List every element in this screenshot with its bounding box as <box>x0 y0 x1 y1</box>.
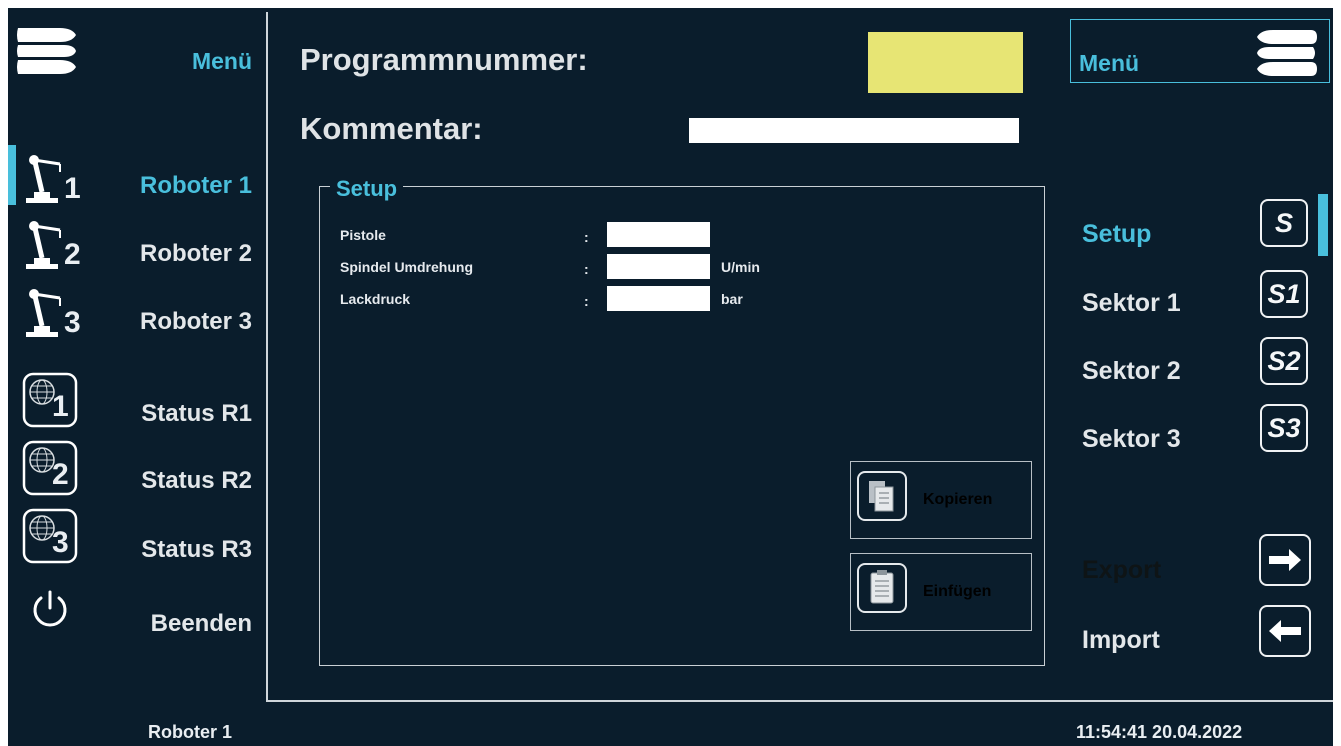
arrow-right-icon <box>1269 549 1301 571</box>
right-hamburger-icon <box>1255 24 1321 80</box>
sidebar-item-label: Status R2 <box>141 467 252 494</box>
setup-group-title: Setup <box>330 176 404 202</box>
field-label-spindel-umdrehung: Spindel Umdrehung <box>340 259 473 275</box>
section-label: Sektor 1 <box>1082 289 1181 317</box>
footer-robot: Roboter 1 <box>148 722 233 742</box>
section-label: Sektor 3 <box>1082 425 1181 453</box>
robot-arm-3-icon: 3 <box>22 286 82 339</box>
import-label[interactable]: Import <box>1082 626 1160 655</box>
right-menu-box[interactable]: Menü <box>1070 19 1330 83</box>
field-label-lackdruck: Lackdruck <box>340 291 411 307</box>
paste-icon <box>857 563 907 613</box>
program-number-input[interactable] <box>868 32 1023 93</box>
lackdruck-unit: bar <box>721 291 743 307</box>
section-badge: S2 <box>1260 337 1308 385</box>
status-number: 2 <box>52 458 69 491</box>
copy-icon <box>857 471 907 521</box>
sidebar-item-label: Status R1 <box>141 400 252 427</box>
sidebar-item-label: Beenden <box>150 610 252 637</box>
robot-number: 1 <box>64 172 81 205</box>
footer-datetime: 11:54:41 20.04.2022 <box>1076 722 1243 742</box>
lackdruck-input[interactable] <box>607 286 710 311</box>
export-button[interactable] <box>1259 534 1311 586</box>
status-number: 1 <box>52 390 69 423</box>
comment-input[interactable] <box>689 118 1019 143</box>
arrow-left-icon <box>1269 620 1301 642</box>
export-label: Export <box>1082 556 1162 584</box>
paste-button-label: Einfügen <box>923 583 992 600</box>
sidebar-item-label: Roboter 2 <box>139 240 252 267</box>
import-button[interactable] <box>1259 605 1311 657</box>
section-badge: S1 <box>1260 270 1308 318</box>
left-menu-label[interactable]: Menü <box>158 48 252 75</box>
section-label: Setup <box>1082 220 1152 248</box>
section-label: Sektor 2 <box>1082 357 1181 385</box>
globe-status-2-icon: 2 <box>22 440 78 496</box>
field-colon: : <box>584 293 589 309</box>
paste-button[interactable]: Einfügen <box>850 553 1032 631</box>
copy-button[interactable]: Kopieren <box>850 461 1032 539</box>
comment-label: Kommentar: <box>300 111 483 146</box>
left-hamburger-icon[interactable] <box>12 22 78 80</box>
globe-status-3-icon: 3 <box>22 508 78 564</box>
program-number-label: Programmnummer: <box>300 42 588 77</box>
sidebar-item-label: Roboter 3 <box>139 308 252 335</box>
field-label-pistole: Pistole <box>340 227 386 243</box>
globe-status-1-icon: 1 <box>22 372 78 428</box>
robot-arm-1-icon: 1 <box>22 152 82 205</box>
robot-number: 3 <box>64 306 81 339</box>
status-number: 3 <box>52 526 69 559</box>
field-colon: : <box>584 261 589 277</box>
spindel-umdrehung-input[interactable] <box>607 254 710 279</box>
section-badge: S <box>1260 199 1308 247</box>
field-colon: : <box>584 229 589 245</box>
sidebar-item-label: Status R3 <box>141 536 252 563</box>
power-icon <box>28 588 72 632</box>
pistole-input[interactable] <box>607 222 710 247</box>
copy-button-label: Kopieren <box>923 491 993 508</box>
active-indicator <box>8 145 16 205</box>
spindel-umdrehung-unit: U/min <box>721 259 760 275</box>
robot-arm-2-icon: 2 <box>22 218 82 271</box>
robot-number: 2 <box>64 238 81 271</box>
section-indicator <box>1318 194 1328 256</box>
sidebar-item-label: Roboter 1 <box>139 172 252 199</box>
right-menu-label: Menü <box>1079 50 1140 76</box>
app-screen: Menü 1 Roboter 1 2 Roboter 2 3 Roboter 3… <box>8 8 1333 746</box>
section-badge: S3 <box>1260 404 1308 452</box>
